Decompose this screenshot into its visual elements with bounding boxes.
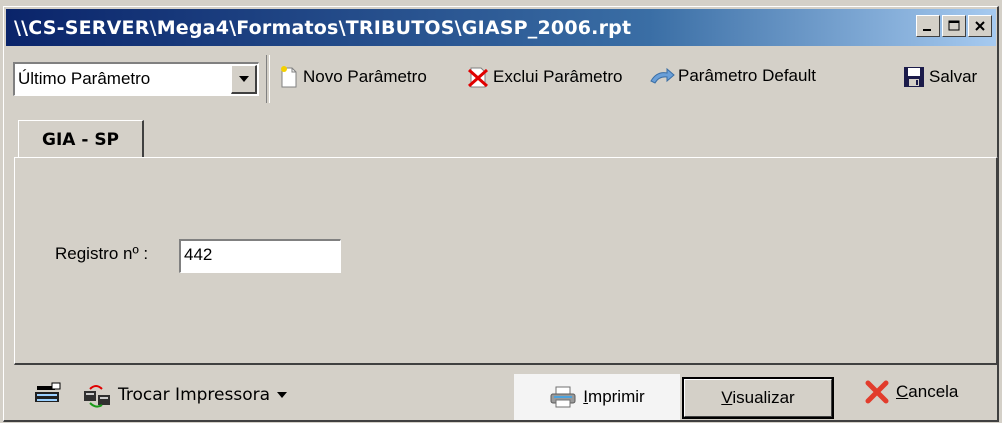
visualizar-label-rest: isualizar [732,388,795,407]
dialog-window: \\CS-SERVER\Mega4\Formatos\TRIBUTOS\GIAS… [3,6,999,422]
parametro-default-label: Parâmetro Default [678,66,816,85]
novo-parametro-label: Novo Parâmetro [303,67,427,86]
title-bar[interactable]: \\CS-SERVER\Mega4\Formatos\TRIBUTOS\GIAS… [6,9,996,46]
imprimir-button[interactable]: Imprimir [514,374,680,420]
visualizar-button[interactable]: Visualizar [682,377,834,419]
exclui-parametro-label: Exclui Parâmetro [493,67,623,86]
trocar-impressora-button[interactable]: Trocar Impressora [82,381,288,409]
printer-icon [550,386,576,408]
tab-strip: GIA - SP [14,120,994,160]
parametro-default-button[interactable]: Parâmetro Default [649,65,816,87]
swap-printer-icon [84,385,110,408]
minimize-icon [923,29,931,31]
parameter-combo-value: Último Parâmetro [18,69,151,88]
window-title: \\CS-SERVER\Mega4\Formatos\TRIBUTOS\GIAS… [14,16,632,39]
tab-gia-sp-label: GIA - SP [41,129,120,150]
minimize-button[interactable] [916,15,940,37]
visualizar-accelerator: V [721,388,733,407]
cancela-button[interactable]: Cancela [864,379,958,405]
chevron-down-icon [238,76,249,82]
save-disk-icon [904,67,924,87]
bottom-bar: Trocar Impressora Imprimir Visualizar Ca… [6,367,996,421]
cancela-label-rest: ancela [908,382,959,401]
trocar-impressora-label: Trocar Impressora [118,385,271,405]
tab-gia-sp[interactable]: GIA - SP [18,120,144,158]
window-controls [916,15,992,37]
tab-panel: Registro nº : 442 [14,157,998,365]
visualizar-label: Visualizar [721,388,794,408]
salvar-label: Salvar [929,67,978,86]
maximize-button[interactable] [942,15,966,37]
combo-dropdown-button[interactable] [231,65,257,94]
toolbar: Último Parâmetro Novo Parâmetro Exclui P… [6,49,996,107]
printer-setup-button[interactable] [34,381,64,409]
close-icon [975,21,985,31]
parameter-combo[interactable]: Último Parâmetro [13,62,259,96]
printer-setup-icon [35,382,61,402]
maximize-icon [948,20,960,31]
novo-parametro-button[interactable]: Novo Parâmetro [278,65,427,89]
toolbar-separator [266,55,270,103]
chevron-down-icon [277,392,288,398]
registro-input[interactable]: 442 [179,239,341,273]
new-document-icon [281,66,297,88]
exclui-parametro-button[interactable]: Exclui Parâmetro [466,65,622,89]
delete-document-icon [468,67,488,88]
cancela-label: Cancela [896,382,958,402]
imprimir-label: Imprimir [583,387,644,407]
cancela-accelerator: C [896,382,909,401]
imprimir-label-rest: mprimir [588,387,645,406]
registro-label: Registro nº : [55,244,149,263]
cancel-x-icon [865,380,889,404]
default-arrow-icon [650,67,675,84]
salvar-button[interactable]: Salvar [902,65,977,89]
close-button[interactable] [968,15,992,37]
